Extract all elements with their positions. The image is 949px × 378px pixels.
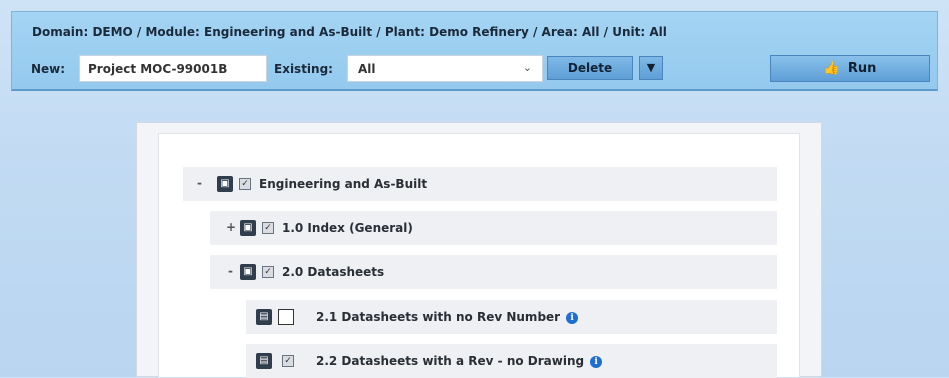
- tree-row-no-rev[interactable]: ▤ 2.1 Datasheets with no Rev Number i: [246, 300, 777, 334]
- folder-icon: ▣: [240, 264, 256, 280]
- existing-label: Existing:: [274, 62, 333, 76]
- more-options-button[interactable]: ▼: [639, 56, 663, 80]
- expand-toggle[interactable]: +: [226, 220, 236, 234]
- collapse-toggle[interactable]: -: [197, 176, 202, 190]
- caret-down-icon: ▼: [646, 61, 656, 74]
- new-label: New:: [31, 62, 66, 76]
- new-project-input[interactable]: [79, 55, 267, 82]
- tree-checkbox[interactable]: ✓: [239, 178, 251, 190]
- folder-icon: ▣: [240, 220, 256, 236]
- top-toolbar: Domain: DEMO / Module: Engineering and A…: [11, 11, 938, 91]
- info-icon[interactable]: i: [566, 312, 579, 324]
- breadcrumb: Domain: DEMO / Module: Engineering and A…: [32, 25, 667, 39]
- tree-checkbox[interactable]: ✓: [262, 266, 274, 278]
- tree-row-root[interactable]: - ▣ ✓ Engineering and As-Built: [183, 167, 777, 201]
- existing-select-value: All: [358, 62, 376, 76]
- run-button-label: Run: [847, 61, 877, 76]
- tree-checkbox[interactable]: ✓: [262, 222, 274, 234]
- tree-checkbox[interactable]: ✓: [282, 355, 294, 367]
- document-icon: ▤: [256, 309, 272, 325]
- document-icon: ▤: [256, 353, 272, 369]
- delete-button[interactable]: Delete: [547, 56, 633, 80]
- thumbs-up-icon: 👍: [823, 61, 840, 76]
- tree-row-label: 2.1 Datasheets with no Rev Number: [316, 310, 561, 324]
- folder-icon: ▣: [217, 176, 233, 192]
- existing-select[interactable]: All ⌄: [347, 55, 543, 82]
- run-button[interactable]: 👍 Run: [770, 55, 930, 82]
- tree-checkbox[interactable]: [278, 309, 294, 325]
- tree-row-label: 2.0 Datasheets: [282, 265, 385, 279]
- tree-row-datasheets[interactable]: - ▣ ✓ 2.0 Datasheets: [210, 255, 777, 289]
- info-icon[interactable]: i: [590, 356, 603, 368]
- tree-row-label-wrap: 2.1 Datasheets with no Rev Number i: [316, 310, 579, 324]
- chevron-down-icon: ⌄: [522, 61, 532, 74]
- tree-row-label: Engineering and As-Built: [259, 177, 428, 191]
- tree-row-label-wrap: 2.2 Datasheets with a Rev - no Drawing i: [316, 354, 603, 368]
- tree-row-index[interactable]: + ▣ ✓ 1.0 Index (General): [210, 211, 777, 245]
- tree-row-rev-no-drawing[interactable]: ▤ ✓ 2.2 Datasheets with a Rev - no Drawi…: [246, 344, 777, 378]
- collapse-toggle[interactable]: -: [228, 264, 233, 278]
- tree-row-label: 2.2 Datasheets with a Rev - no Drawing: [316, 354, 585, 368]
- tree-row-label: 1.0 Index (General): [282, 221, 413, 235]
